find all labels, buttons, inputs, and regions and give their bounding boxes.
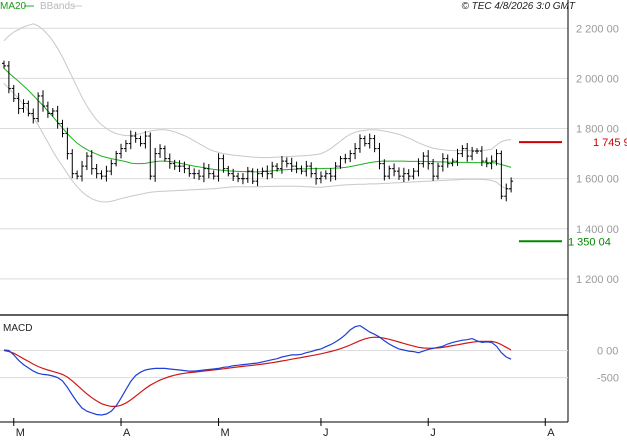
macd-lines [3, 324, 512, 416]
price-y-tick-label: 1 400 00 [576, 224, 619, 236]
legend-bbands: BBands [40, 1, 75, 12]
macd-y-axis: 0 00 -500 [597, 346, 619, 385]
x-tick-label: M [221, 427, 230, 439]
price-y-tick-label: 1 800 00 [576, 124, 619, 136]
support-label: 1 350 04 [568, 236, 611, 248]
macd-grid [0, 350, 568, 379]
x-tick-label: J [430, 427, 436, 439]
macd-y-tick-label: -500 [597, 373, 619, 385]
resistance-label: 1 745 9 [593, 137, 627, 149]
x-tick-label: A [547, 427, 555, 439]
copyright-label: © TEC 4/8/2026 3:0 GMT [461, 1, 575, 12]
x-tick-label: M [16, 427, 25, 439]
price-y-tick-label: 2 200 00 [576, 23, 619, 35]
price-y-tick-label: 1 200 00 [576, 274, 619, 286]
x-tick-label: J [323, 427, 329, 439]
macd-line [3, 324, 512, 416]
x-axis: MAMJJA [13, 418, 555, 439]
chart-canvas: 1 745 9 1 350 04 1 200 00 1 400 00 1 600 00… [0, 0, 627, 439]
x-tick-label: A [123, 427, 131, 439]
price-y-tick-label: 1 600 00 [576, 174, 619, 186]
legend-ma20: MA20 [0, 1, 27, 12]
macd-y-tick-label: 0 00 [597, 346, 618, 358]
macd-title: MACD [3, 323, 32, 334]
price-y-tick-label: 2 000 00 [576, 73, 619, 85]
